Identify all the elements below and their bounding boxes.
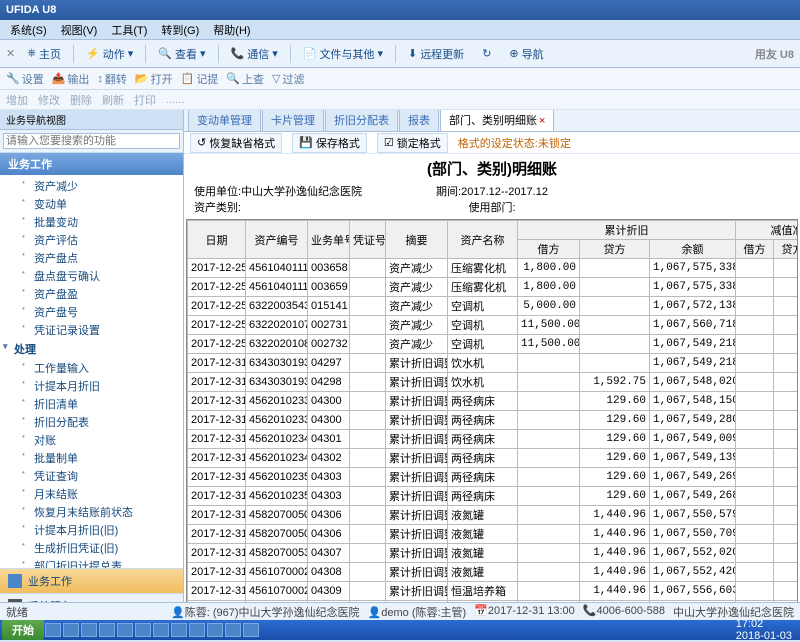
brand-logo: 用友 U8 — [755, 46, 794, 62]
left-panel: 业务导航视图 业务工作 资产减少变动单批量变动资产评估资产盘点盘点盘亏确认资产盘… — [0, 110, 184, 618]
tb-upquery[interactable]: 🔍上查 — [226, 71, 264, 87]
tree-item[interactable]: 凭证记录设置 — [0, 321, 183, 339]
table-row[interactable]: 2017-12-31456201023404302累计折旧调整两径病床129.6… — [188, 449, 799, 468]
report-info: 使用单位:中山大学孙逸仙纪念医院资产类别: 期间:2017.12--2017.1… — [184, 183, 800, 219]
table-row[interactable]: 2017-12-31456201023504303累计折旧调整两径病床129.6… — [188, 468, 799, 487]
tree-item[interactable]: 折旧清单 — [0, 395, 183, 413]
tree-item[interactable]: 计提本月折旧(旧) — [0, 521, 183, 539]
save-format[interactable]: 💾 保存格式 — [292, 133, 367, 153]
section-biz[interactable]: 业务工作 — [0, 153, 183, 175]
tab[interactable]: 报表 — [399, 110, 439, 131]
report-title: (部门、类别)明细账 — [184, 154, 800, 183]
menu-help[interactable]: 帮助(H) — [207, 21, 256, 39]
tree-item[interactable]: 对账 — [0, 431, 183, 449]
tree-item[interactable]: 资产盘号 — [0, 303, 183, 321]
tb-settings[interactable]: 🔧设置 — [6, 71, 44, 87]
tree-item[interactable]: 盘点盘亏确认 — [0, 267, 183, 285]
files-button[interactable]: 📄 文件与其他 ▾ — [297, 44, 389, 64]
bottom-biz[interactable]: 业务工作 — [0, 568, 183, 593]
tb-flip[interactable]: ↕翻转 — [97, 71, 127, 87]
tree-item[interactable]: 生成折旧凭证(旧) — [0, 539, 183, 557]
tree-item[interactable]: 凭证查询 — [0, 467, 183, 485]
tree-item[interactable]: 工作量输入 — [0, 359, 183, 377]
taskbar[interactable]: 开始 17:022018-01-03 — [0, 620, 800, 640]
menu-bar: 系统(S) 视图(V) 工具(T) 转到(G) 帮助(H) — [0, 20, 800, 40]
toolbar-tertiary: 增加修改删除 刷新打印...... — [0, 90, 800, 110]
menu-tools[interactable]: 工具(T) — [105, 21, 153, 39]
tab[interactable]: 折旧分配表 — [325, 110, 398, 131]
refresh-icon[interactable]: ↻ — [476, 45, 497, 62]
menu-system[interactable]: 系统(S) — [4, 21, 53, 39]
lock-format[interactable]: ☑ 锁定格式 — [377, 133, 448, 153]
table-row[interactable]: 2017-12-31456107000204308累计折旧调整液氮罐1,440.… — [188, 563, 799, 582]
data-grid[interactable]: 日期资产编号 业务单号凭证号 摘要资产名称 累计折旧减值准备 借方贷方余额 借方… — [186, 219, 798, 616]
tree-item[interactable]: 批量变动 — [0, 213, 183, 231]
toolbar-secondary: 🔧设置 📤输出 ↕翻转 📂打开 📋记提 🔍上查 ▽过滤 — [0, 68, 800, 90]
tray-clock: 17:022018-01-03 — [730, 618, 798, 642]
tree-item[interactable]: 资产盘点 — [0, 249, 183, 267]
table-row[interactable]: 2017-12-31456201023304300累计折旧调整两径病床129.6… — [188, 411, 799, 430]
format-hint: 格式的设定状态:未锁定 — [458, 135, 571, 151]
nav-tree[interactable]: 资产减少变动单批量变动资产评估资产盘点盘点盘亏确认资产盘盈资产盘号凭证记录设置处… — [0, 175, 183, 568]
menu-view[interactable]: 视图(V) — [55, 21, 104, 39]
tab-bar: 变动单管理卡片管理折旧分配表报表部门、类别明细账× — [184, 110, 800, 132]
tree-item[interactable]: 变动单 — [0, 195, 183, 213]
table-row[interactable]: 2017-12-31456201023504303累计折旧调整两径病床129.6… — [188, 487, 799, 506]
table-row[interactable]: 2017-12-31458207005004306累计折旧调整液氮罐1,440.… — [188, 525, 799, 544]
tree-item[interactable]: 折旧分配表 — [0, 413, 183, 431]
table-row[interactable]: 2017-12-254561040111003659资产减少压缩雾化机1,800… — [188, 278, 799, 297]
title-bar: UFIDA U8 — [0, 0, 800, 20]
tab[interactable]: 变动单管理 — [188, 110, 261, 131]
nav-button[interactable]: ⊕ 导航 — [503, 44, 549, 64]
tree-item[interactable]: 资产评估 — [0, 231, 183, 249]
top-toolbar: ✕ ⎈ 主页 ⚡ 动作 ▾ 🔍 查看 ▾ 📞 通信 ▾ 📄 文件与其他 ▾ ⬇ … — [0, 40, 800, 68]
view-button[interactable]: 🔍 查看 ▾ — [152, 44, 211, 64]
table-row[interactable]: 2017-12-31456201023304300累计折旧调整两径病床129.6… — [188, 392, 799, 411]
tree-group[interactable]: 处理 — [0, 339, 183, 359]
nav-header: 业务导航视图 — [0, 110, 183, 130]
remote-button[interactable]: ⬇ 远程更新 — [402, 44, 470, 64]
tb-accrue[interactable]: 📋记提 — [181, 71, 219, 87]
tree-item[interactable]: 资产减少 — [0, 177, 183, 195]
table-row[interactable]: 2017-12-256322003543015141资产减少空调机5,000.0… — [188, 297, 799, 316]
action-button[interactable]: ⚡ 动作 ▾ — [80, 44, 139, 64]
menu-goto[interactable]: 转到(G) — [155, 21, 205, 39]
search-input[interactable] — [3, 133, 180, 149]
format-bar: ↺ 恢复缺省格式 💾 保存格式 ☑ 锁定格式 格式的设定状态:未锁定 — [184, 132, 800, 154]
table-row[interactable]: 2017-12-254561040111003658资产减少压缩雾化机1,800… — [188, 259, 799, 278]
table-row[interactable]: 2017-12-31458207005004306累计折旧调整液氮罐1,440.… — [188, 506, 799, 525]
tab[interactable]: 部门、类别明细账× — [440, 110, 554, 131]
restore-format[interactable]: ↺ 恢复缺省格式 — [190, 133, 282, 153]
table-row[interactable]: 2017-12-31456107000204309累计折旧调整恒温培养箱1,44… — [188, 582, 799, 601]
table-row[interactable]: 2017-12-31634303019304298累计折旧调整饮水机1,592.… — [188, 373, 799, 392]
tab[interactable]: 卡片管理 — [262, 110, 324, 131]
tb-filter[interactable]: ▽过滤 — [272, 71, 304, 87]
tree-item[interactable]: 部门折旧计提总表 — [0, 557, 183, 568]
tree-item[interactable]: 资产盘盈 — [0, 285, 183, 303]
tree-item[interactable]: 计提本月折旧 — [0, 377, 183, 395]
tb-open[interactable]: 📂打开 — [135, 71, 173, 87]
table-row[interactable]: 2017-12-31458207005304307累计折旧调整液氮罐1,440.… — [188, 544, 799, 563]
tb-output[interactable]: 📤输出 — [52, 71, 90, 87]
tree-item[interactable]: 月末结账 — [0, 485, 183, 503]
table-row[interactable]: 2017-12-31456201023404301累计折旧调整两径病床129.6… — [188, 430, 799, 449]
home-button[interactable]: ⎈ 主页 — [21, 44, 67, 64]
table-row[interactable]: 2017-12-256322020107002731资产减少空调机11,500.… — [188, 316, 799, 335]
status-bar: 就绪 👤陈蓉: (967)中山大学孙逸仙纪念医院 👤demo (陈蓉:主管) 📅… — [0, 602, 800, 620]
table-row[interactable]: 2017-12-31634303019304297累计折旧调整饮水机1,067,… — [188, 354, 799, 373]
comm-button[interactable]: 📞 通信 ▾ — [225, 44, 284, 64]
tree-item[interactable]: 恢复月末结账前状态 — [0, 503, 183, 521]
tree-item[interactable]: 批量制单 — [0, 449, 183, 467]
table-row[interactable]: 2017-12-256322020108002732资产减少空调机11,500.… — [188, 335, 799, 354]
start-button[interactable]: 开始 — [2, 620, 44, 640]
